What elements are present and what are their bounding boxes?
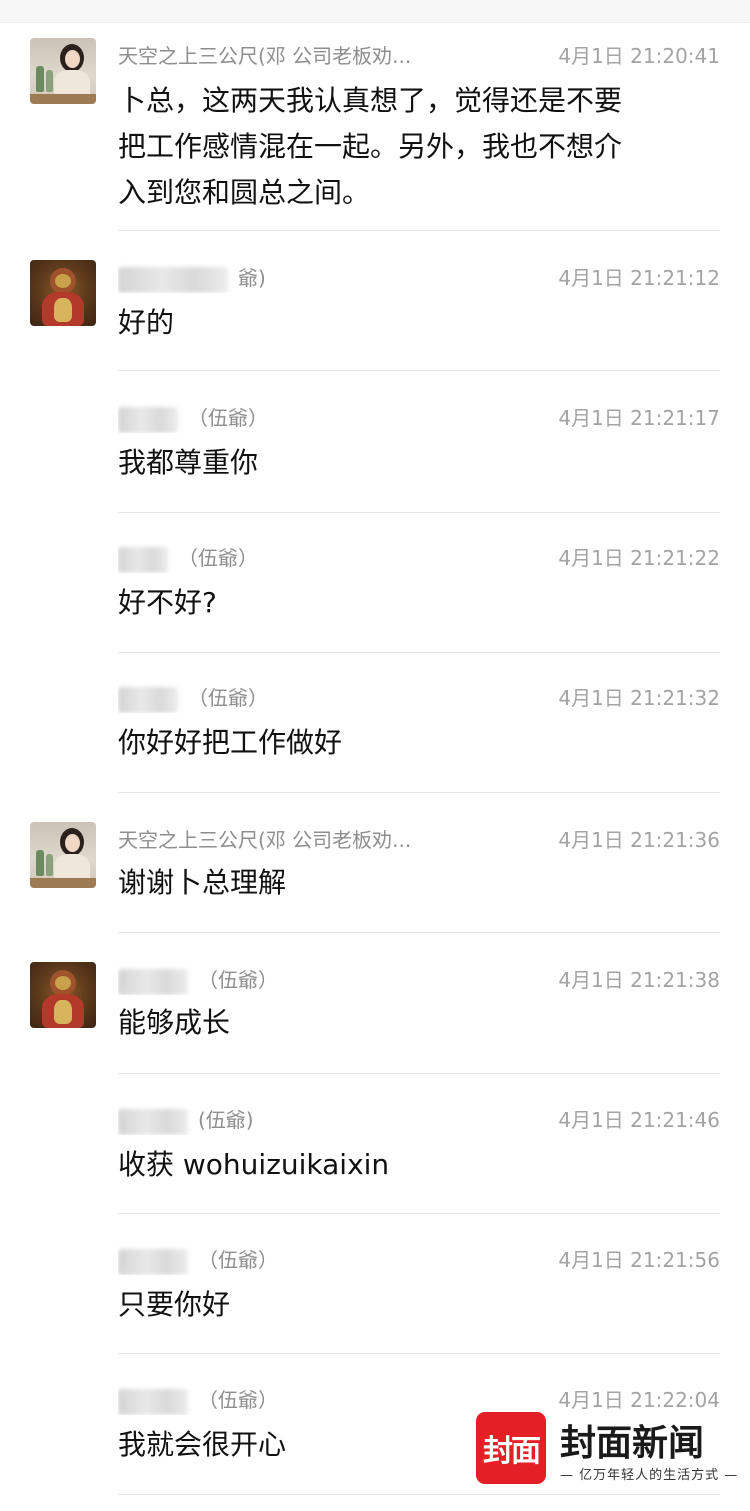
message-divider xyxy=(118,1353,720,1354)
fengmian-slogan: — 亿万年轻人的生活方式 — xyxy=(560,1468,739,1483)
sender-name[interactable]: （伍爺） xyxy=(118,542,258,573)
sender-name[interactable]: 天空之上三公尺(邓 公司老板劝... xyxy=(118,824,411,853)
message-text-line: 谢谢卜总理解 xyxy=(118,866,287,899)
redacted-name-blur xyxy=(118,1388,188,1415)
message-timestamp: 4月1日 21:20:41 xyxy=(558,44,720,68)
bottle-shape xyxy=(36,66,44,92)
sender-name-text: （伍爺） xyxy=(198,1248,278,1272)
message-text-line: 把工作感情混在一起。另外，我也不想介 xyxy=(118,130,623,163)
message-text-line: 只要你好 xyxy=(118,1288,231,1321)
avatar-deity-statue[interactable] xyxy=(30,260,96,326)
message-text[interactable]: 收获 wohuizuikaixin xyxy=(118,1142,708,1188)
woman-face-shape xyxy=(65,50,80,68)
sender-name[interactable]: (伍爺) xyxy=(118,1104,254,1135)
message-text-line: 我都尊重你 xyxy=(118,446,259,479)
sender-name-text: (伍爺) xyxy=(198,1108,254,1132)
message-divider xyxy=(118,652,720,653)
redacted-name-blur xyxy=(118,1248,188,1275)
fengmian-logo: 封面 xyxy=(476,1412,546,1484)
message-timestamp: 4月1日 21:21:46 xyxy=(558,1108,720,1132)
sender-name-text: （伍爺） xyxy=(198,968,278,992)
message-text[interactable]: 我都尊重你 xyxy=(118,440,708,486)
bottle-shape xyxy=(36,850,44,876)
top-edge-bar xyxy=(0,0,750,23)
deity-armor-shape xyxy=(54,1000,72,1024)
bottle-shape xyxy=(46,70,53,92)
sender-name[interactable]: 爺) xyxy=(118,262,266,293)
message-text-line: 能够成长 xyxy=(118,1006,231,1039)
message-divider xyxy=(118,370,720,371)
avatar-deity-statue[interactable] xyxy=(30,962,96,1028)
fengmian-title: 封面新闻 xyxy=(560,1422,705,1464)
message-text-line: 卜总，这两天我认真想了，觉得还是不要 xyxy=(118,84,623,117)
message-text[interactable]: 只要你好 xyxy=(118,1282,708,1328)
sender-name-text: （伍爺） xyxy=(188,686,268,710)
redacted-name-blur xyxy=(118,1108,188,1135)
message-text[interactable]: 谢谢卜总理解 xyxy=(118,860,708,906)
table-shape xyxy=(30,878,96,888)
sender-name-text: 爺) xyxy=(238,266,266,290)
message-text-line: 你好好把工作做好 xyxy=(118,726,343,759)
sender-name[interactable]: （伍爺） xyxy=(118,1384,278,1415)
message-divider xyxy=(118,1073,720,1074)
redacted-name-blur xyxy=(118,686,178,713)
bottle-shape xyxy=(46,854,53,876)
message-divider xyxy=(118,512,720,513)
message-timestamp: 4月1日 21:21:38 xyxy=(558,968,720,992)
fengmian-news-watermark: 封面 封面新闻 — 亿万年轻人的生活方式 — xyxy=(476,1410,737,1490)
redacted-name-blur xyxy=(118,406,178,433)
message-text[interactable]: 卜总，这两天我认真想了，觉得还是不要 把工作感情混在一起。另外，我也不想介 入到您和… xyxy=(118,78,708,216)
message-timestamp: 4月1日 21:21:32 xyxy=(558,686,720,710)
message-timestamp: 4月1日 21:21:12 xyxy=(558,266,720,290)
message-divider xyxy=(118,792,720,793)
deity-face-shape xyxy=(55,274,71,288)
table-shape xyxy=(30,94,96,104)
message-text[interactable]: 好不好? xyxy=(118,580,708,626)
message-timestamp: 4月1日 21:21:56 xyxy=(558,1248,720,1272)
message-timestamp: 4月1日 21:22:04 xyxy=(558,1388,720,1412)
message-divider xyxy=(118,1213,720,1214)
deity-armor-shape xyxy=(54,298,72,322)
sender-name[interactable]: （伍爺） xyxy=(118,964,278,995)
redacted-name-blur xyxy=(118,968,188,995)
sender-name[interactable]: （伍爺） xyxy=(118,682,268,713)
message-divider xyxy=(118,230,720,231)
sender-name-text: （伍爺） xyxy=(178,546,258,570)
avatar-woman-photo[interactable] xyxy=(30,822,96,888)
sender-name-text: 天空之上三公尺(邓 公司老板劝... xyxy=(118,828,412,852)
sender-name[interactable]: （伍爺） xyxy=(118,402,268,433)
avatar-woman-photo[interactable] xyxy=(30,38,96,104)
sender-name-text: 天空之上三公尺(邓 公司老板劝... xyxy=(118,44,412,68)
message-text-line: 好的 xyxy=(118,306,175,339)
message-text-line: 好不好? xyxy=(118,586,217,619)
redacted-name-blur xyxy=(118,266,228,293)
sender-name-text: （伍爺） xyxy=(188,406,268,430)
message-divider xyxy=(118,932,720,933)
message-timestamp: 4月1日 21:21:36 xyxy=(558,828,720,852)
message-timestamp: 4月1日 21:21:22 xyxy=(558,546,720,570)
message-timestamp: 4月1日 21:21:17 xyxy=(558,406,720,430)
sender-name-text: （伍爺） xyxy=(198,1388,278,1412)
message-divider xyxy=(118,1494,720,1495)
sender-name[interactable]: 天空之上三公尺(邓 公司老板劝... xyxy=(118,40,411,69)
message-text[interactable]: 能够成长 xyxy=(118,1000,708,1046)
deity-face-shape xyxy=(55,976,71,990)
woman-face-shape xyxy=(65,834,80,852)
message-text[interactable]: 好的 xyxy=(118,300,708,346)
message-text-line: 入到您和圆总之间。 xyxy=(118,176,371,209)
redacted-name-blur xyxy=(118,546,168,573)
sender-name[interactable]: （伍爺） xyxy=(118,1244,278,1275)
message-text-line: 收获 wohuizuikaixin xyxy=(118,1148,390,1181)
message-text[interactable]: 你好好把工作做好 xyxy=(118,720,708,766)
